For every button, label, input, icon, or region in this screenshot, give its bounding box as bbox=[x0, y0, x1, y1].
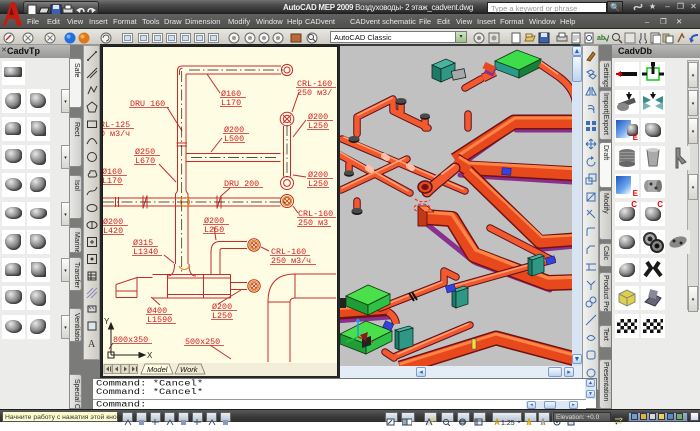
svg-text:Y: Y bbox=[104, 317, 110, 326]
svg-text:0 м3/ч: 0 м3/ч bbox=[103, 129, 130, 139]
svg-text:250 м3/: 250 м3/ bbox=[297, 88, 332, 98]
svg-text:1:25: 1:25 bbox=[501, 420, 515, 426]
svg-text:A: A bbox=[88, 339, 96, 349]
svg-text:Model: Model bbox=[147, 365, 168, 374]
svg-text:X: X bbox=[147, 351, 153, 360]
svg-text:ab: ab bbox=[597, 35, 605, 42]
svg-text:Work: Work bbox=[180, 365, 199, 374]
